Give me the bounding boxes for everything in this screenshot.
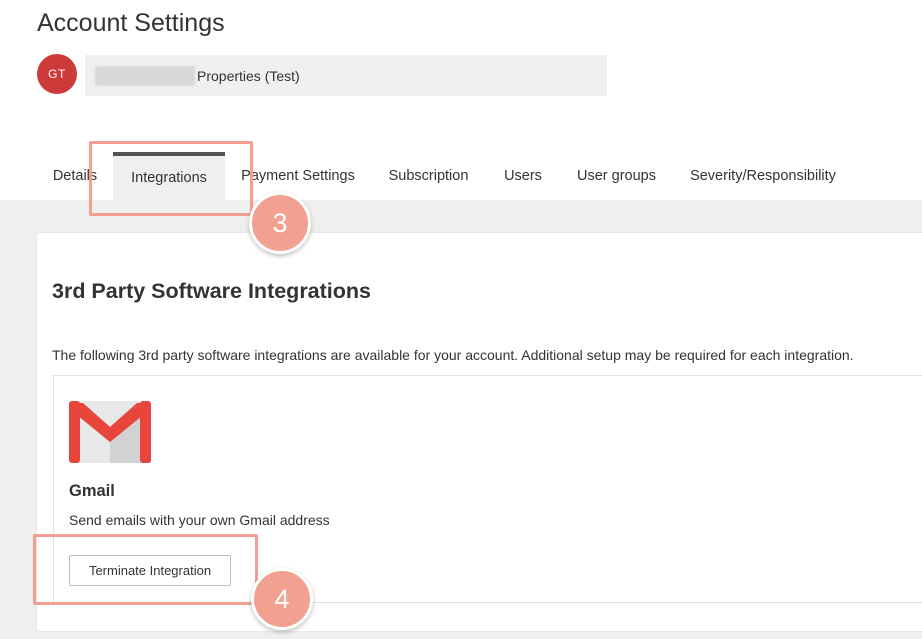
step-badge-3: 3 [249, 192, 311, 254]
tab-users[interactable]: Users [486, 152, 560, 200]
tab-subscription[interactable]: Subscription [371, 152, 486, 200]
tab-user-groups[interactable]: User groups [560, 152, 673, 200]
highlight-box-terminate-button [33, 534, 258, 605]
step-badge-4: 4 [251, 568, 313, 630]
section-description: The following 3rd party software integra… [52, 347, 854, 363]
account-name: Properties (Test) [197, 67, 300, 84]
avatar: GT [37, 54, 77, 94]
integration-description: Send emails with your own Gmail address [69, 512, 330, 528]
section-title: 3rd Party Software Integrations [52, 279, 371, 303]
page-title: Account Settings [37, 9, 225, 37]
integration-name: Gmail [69, 482, 115, 500]
tab-severity-responsibility[interactable]: Severity/Responsibility [673, 152, 853, 200]
redacted-text [95, 65, 195, 86]
account-name-field: Properties (Test) [85, 55, 607, 96]
gmail-icon [69, 401, 151, 463]
highlight-box-integrations-tab [89, 141, 253, 216]
